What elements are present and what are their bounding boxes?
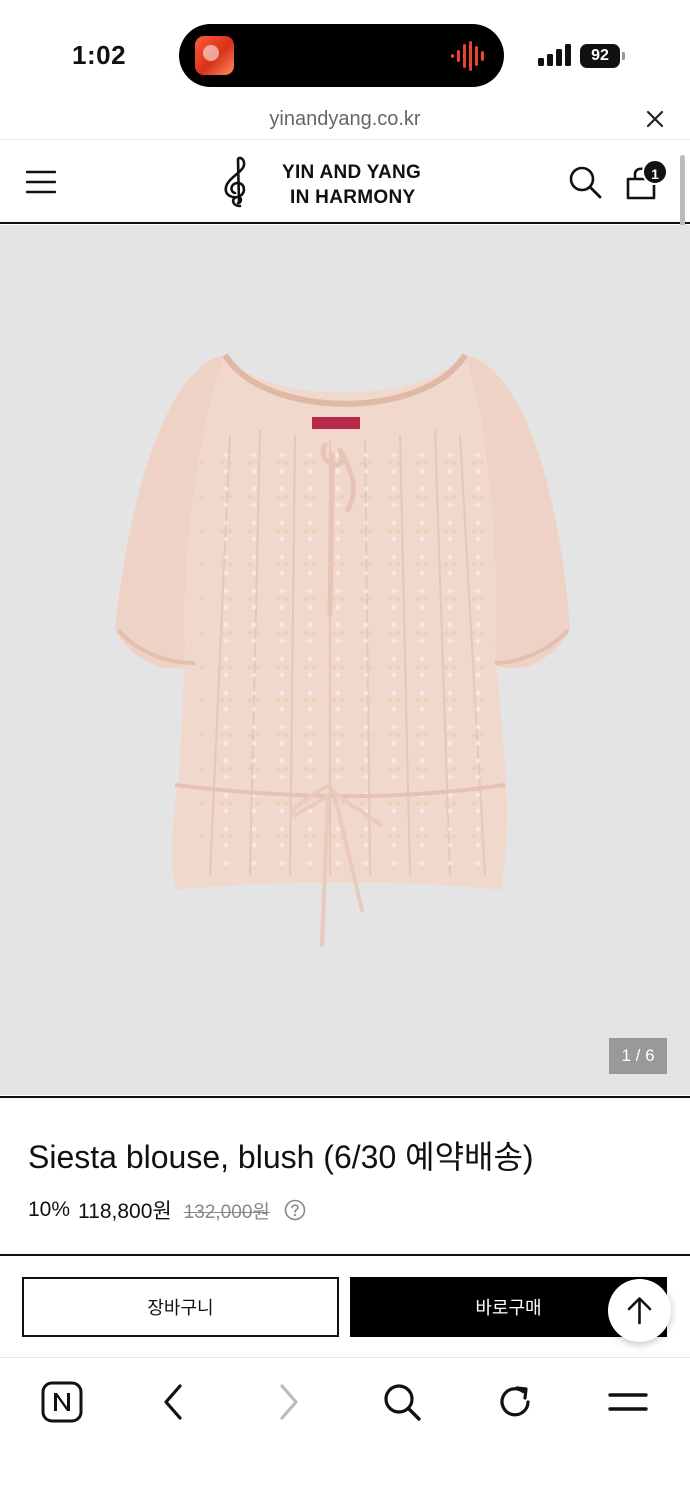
status-time: 1:02	[72, 40, 127, 70]
product-photo-blouse	[115, 353, 570, 947]
search-icon[interactable]	[568, 165, 602, 199]
battery-level: 92	[580, 44, 620, 68]
close-icon[interactable]	[644, 108, 666, 130]
logo-text-line1: YIN AND YANG	[282, 162, 422, 183]
logo-text-line2: IN HARMONY	[290, 187, 416, 208]
url-bar[interactable]: yinandyang.co.kr	[0, 100, 690, 140]
signal-icon	[538, 44, 571, 66]
audio-wave-icon	[451, 41, 484, 71]
discount-rate: 10%	[28, 1198, 71, 1221]
naver-icon[interactable]	[40, 1380, 84, 1424]
url-domain[interactable]: yinandyang.co.kr	[0, 108, 690, 131]
treble-clef-logo	[224, 156, 246, 208]
original-price: 132,000원	[183, 1201, 270, 1223]
status-bar: 1:02 92	[0, 0, 690, 100]
battery-icon: 92	[580, 44, 626, 68]
forward-icon[interactable]	[266, 1380, 310, 1424]
site-logo[interactable]: YIN AND YANG IN HARMONY	[220, 156, 440, 212]
browser-toolbar	[0, 1360, 690, 1500]
scroll-to-top-button[interactable]	[608, 1279, 671, 1342]
cart-count-badge: 1	[642, 159, 668, 185]
refresh-icon[interactable]	[493, 1380, 537, 1424]
cart-button[interactable]: 1	[624, 159, 670, 201]
help-icon[interactable]	[284, 1199, 306, 1221]
purchase-actions: 장바구니 바로구매	[0, 1258, 690, 1358]
back-icon[interactable]	[152, 1380, 196, 1424]
add-to-cart-button[interactable]: 장바구니	[22, 1277, 339, 1337]
sale-price: 118,800원	[78, 1200, 172, 1223]
recording-app-icon[interactable]	[195, 36, 234, 75]
hamburger-icon[interactable]	[606, 1380, 650, 1424]
image-counter: 1 / 6	[609, 1038, 667, 1074]
price-row: 10% 118,800원 132,000원	[28, 1197, 306, 1223]
arrow-up-icon	[627, 1297, 652, 1325]
product-title: Siesta blouse, blush (6/30 예약배송)	[28, 1139, 534, 1175]
dynamic-island[interactable]	[179, 24, 504, 87]
site-header: YIN AND YANG IN HARMONY 1	[0, 141, 690, 224]
menu-icon[interactable]	[26, 169, 56, 195]
search-icon[interactable]	[380, 1380, 424, 1424]
product-info: Siesta blouse, blush (6/30 예약배송) 10% 118…	[0, 1096, 690, 1256]
product-image-carousel[interactable]: 1 / 6	[0, 225, 690, 1095]
